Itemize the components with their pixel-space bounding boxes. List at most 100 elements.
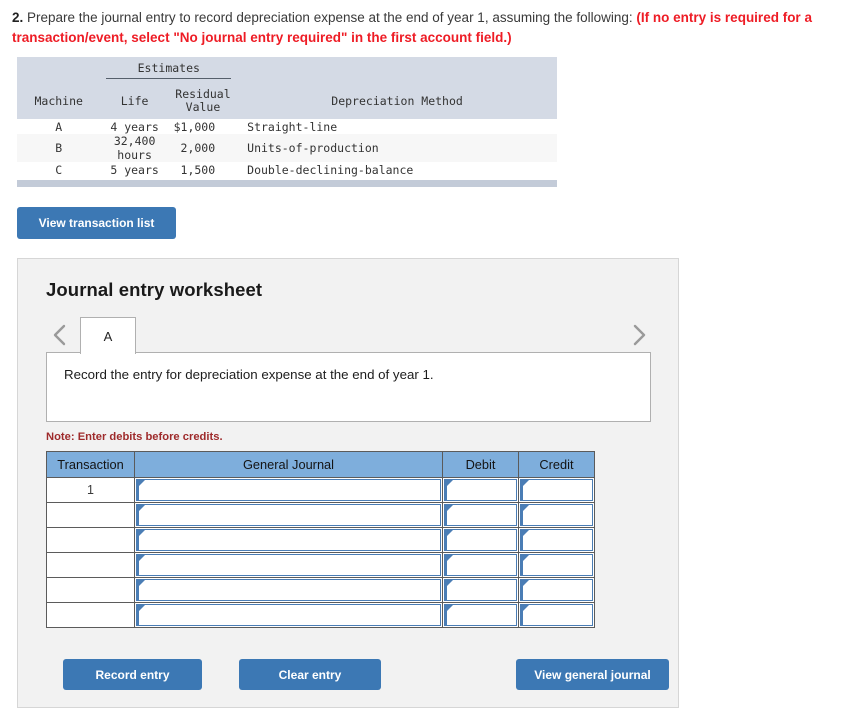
debit-cell[interactable] — [442, 477, 519, 503]
transaction-number-cell[interactable] — [46, 577, 135, 603]
transaction-number-cell[interactable] — [46, 602, 135, 628]
credit-input[interactable] — [520, 504, 593, 526]
estimates-cell-life: 4 years — [100, 119, 169, 135]
general-journal-input[interactable] — [136, 479, 441, 501]
credit-input[interactable] — [520, 479, 593, 501]
estimates-cell-life: 32,400 hours — [100, 134, 169, 163]
estimates-cell-residual: 2,000 — [168, 134, 238, 163]
view-transaction-list-button[interactable]: View transaction list — [17, 207, 176, 240]
transaction-number-cell[interactable] — [46, 527, 135, 553]
estimates-header-life: Life — [100, 83, 169, 120]
estimates-cell-machine: C — [17, 162, 101, 178]
credit-cell[interactable] — [518, 502, 595, 528]
debit-cell[interactable] — [442, 602, 519, 628]
estimates-header-row: Machine Life Residual Value Depreciation… — [17, 83, 557, 120]
credit-cell[interactable] — [518, 527, 595, 553]
transaction-number-cell[interactable] — [46, 502, 135, 528]
column-header-general-journal: General Journal — [134, 451, 443, 478]
debit-cell[interactable] — [442, 502, 519, 528]
estimates-group-header-cell: Estimates — [100, 57, 238, 84]
credit-input[interactable] — [520, 604, 593, 626]
chevron-left-icon[interactable] — [46, 321, 72, 349]
estimates-cell-method: Units-of-production — [237, 134, 557, 163]
page-title: Journal entry worksheet — [46, 279, 263, 300]
record-entry-button[interactable]: Record entry — [63, 659, 202, 690]
estimates-cell-machine: B — [17, 134, 101, 163]
credit-input[interactable] — [520, 554, 593, 576]
debit-input[interactable] — [444, 479, 517, 501]
debit-input[interactable] — [444, 579, 517, 601]
estimates-cell-life: 5 years — [100, 162, 169, 178]
column-header-debit: Debit — [442, 451, 519, 478]
credit-cell[interactable] — [518, 477, 595, 503]
credit-cell[interactable] — [518, 552, 595, 578]
general-journal-cell[interactable] — [134, 577, 443, 603]
estimates-header-residual-line1: Residual — [175, 86, 231, 101]
credit-input[interactable] — [520, 529, 593, 551]
view-general-journal-button[interactable]: View general journal — [516, 659, 669, 690]
credit-cell[interactable] — [518, 577, 595, 603]
estimates-header-residual: Residual Value — [168, 83, 238, 120]
general-journal-input[interactable] — [136, 554, 441, 576]
debit-input[interactable] — [444, 529, 517, 551]
instruction-box: Record the entry for depreciation expens… — [46, 352, 651, 422]
transaction-number-cell[interactable] — [46, 552, 135, 578]
table-row: A 4 years $1,000 Straight-line — [17, 119, 557, 135]
debit-cell[interactable] — [442, 577, 519, 603]
question-text: Prepare the journal entry to record depr… — [27, 10, 633, 25]
journal-entry-table: Transaction General Journal Debit Credit… — [46, 451, 595, 628]
debit-input[interactable] — [444, 554, 517, 576]
estimates-cell-residual: $1,000 — [168, 119, 238, 135]
tab-a-label: A — [103, 328, 113, 344]
estimates-group-spacer-right — [237, 57, 557, 84]
instruction-text: Record the entry for depreciation expens… — [64, 367, 434, 382]
estimates-table-wrapper: Estimates Machine Life Residual Value De… — [17, 57, 557, 188]
estimates-group-label: Estimates — [106, 61, 232, 80]
estimates-cell-method: Straight-line — [237, 119, 557, 135]
estimates-group-spacer-left — [17, 57, 101, 84]
column-header-transaction: Transaction — [46, 451, 135, 478]
credit-cell[interactable] — [518, 602, 595, 628]
table-row — [46, 552, 595, 578]
general-journal-input[interactable] — [136, 579, 441, 601]
estimates-cell-machine: A — [17, 119, 101, 135]
estimates-header-residual-line2: Value — [185, 100, 221, 115]
table-row — [46, 602, 595, 628]
debit-input[interactable] — [444, 604, 517, 626]
general-journal-cell[interactable] — [134, 552, 443, 578]
debits-before-credits-note: Note: Enter debits before credits. — [46, 431, 223, 443]
general-journal-input[interactable] — [136, 504, 441, 526]
table-row: C 5 years 1,500 Double-declining-balance — [17, 162, 557, 178]
chevron-right-icon[interactable] — [626, 321, 652, 349]
worksheet-button-row: Record entry Clear entry View general jo… — [46, 659, 669, 691]
general-journal-input[interactable] — [136, 529, 441, 551]
table-row — [46, 502, 595, 528]
table-row: 1 — [46, 477, 595, 503]
debit-cell[interactable] — [442, 527, 519, 553]
estimates-cell-residual: 1,500 — [168, 162, 238, 178]
credit-input[interactable] — [520, 579, 593, 601]
estimates-table-footer-bar — [17, 180, 557, 188]
question-number: 2. — [12, 10, 24, 25]
estimates-group-header-row: Estimates — [17, 57, 557, 84]
general-journal-cell[interactable] — [134, 502, 443, 528]
table-row: B 32,400 hours 2,000 Units-of-production — [17, 134, 557, 163]
debit-cell[interactable] — [442, 552, 519, 578]
general-journal-cell[interactable] — [134, 527, 443, 553]
debit-input[interactable] — [444, 504, 517, 526]
journal-entry-worksheet-panel: Journal entry worksheet A Record the ent… — [17, 258, 679, 708]
journal-table-header-row: Transaction General Journal Debit Credit — [46, 451, 595, 478]
general-journal-input[interactable] — [136, 604, 441, 626]
tab-a[interactable]: A — [80, 317, 136, 354]
worksheet-tabs-row: A — [18, 317, 678, 354]
estimates-cell-method: Double-declining-balance — [237, 162, 557, 178]
question-prompt: 2. Prepare the journal entry to record d… — [0, 0, 856, 51]
general-journal-cell[interactable] — [134, 477, 443, 503]
estimates-table: Estimates Machine Life Residual Value De… — [17, 57, 557, 178]
transaction-number-cell[interactable]: 1 — [46, 477, 135, 503]
estimates-header-machine: Machine — [17, 83, 101, 120]
table-row — [46, 577, 595, 603]
general-journal-cell[interactable] — [134, 602, 443, 628]
table-row — [46, 527, 595, 553]
clear-entry-button[interactable]: Clear entry — [239, 659, 381, 690]
